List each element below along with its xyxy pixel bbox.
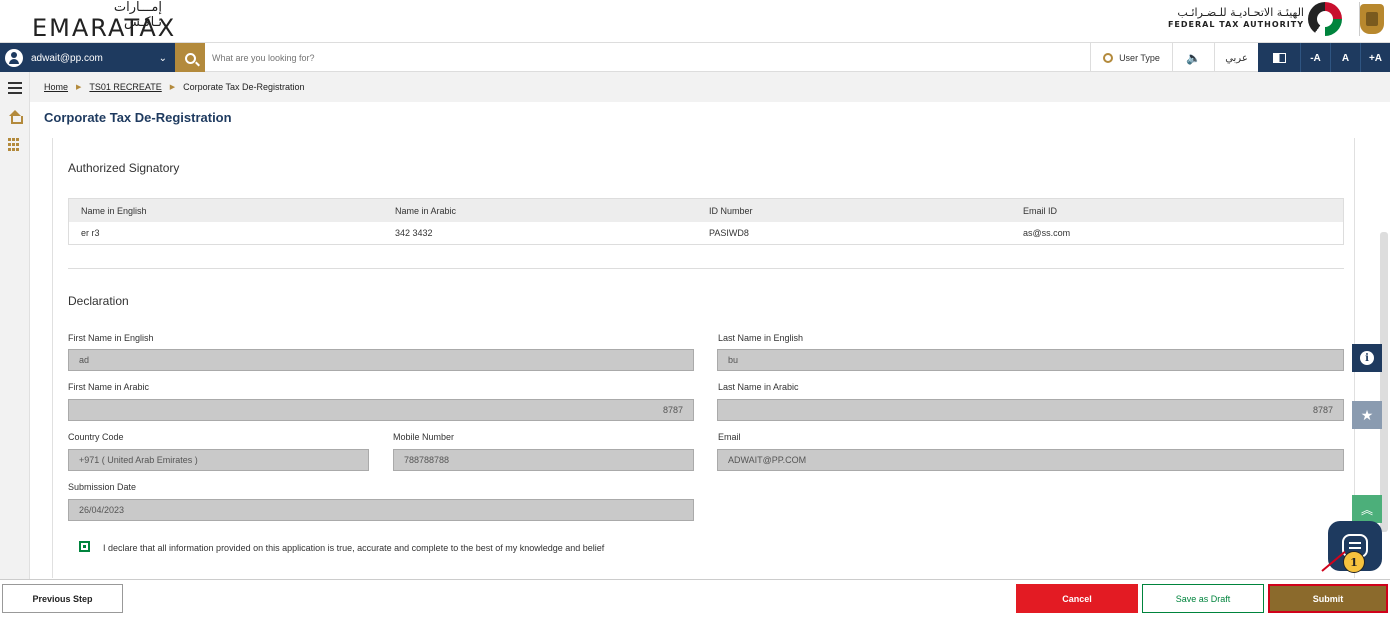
field-value: ad: [79, 355, 90, 365]
star-icon: ★: [1360, 406, 1374, 423]
speaker-icon: 🔈: [1186, 51, 1201, 65]
speaker-button[interactable]: 🔈: [1172, 43, 1214, 73]
field-value: +971 ( United Arab Emirates ): [79, 455, 198, 465]
fta-english-name: FEDERAL TAX AUTHORITY: [1167, 20, 1304, 29]
first-name-arabic-label: First Name in Arabic: [68, 382, 150, 392]
footer-action-bar: Previous Step Cancel Save as Draft Submi…: [0, 579, 1390, 617]
last-name-arabic-label: Last Name in Arabic: [718, 382, 799, 392]
breadcrumb-home-link[interactable]: Home: [44, 82, 68, 92]
declaration-checkbox-label: I declare that all information provided …: [103, 543, 605, 553]
uae-emblem-icon: [1360, 4, 1384, 34]
info-button[interactable]: i: [1352, 344, 1382, 372]
authorized-signatory-table: Name in English Name in Arabic ID Number…: [68, 198, 1344, 245]
field-value: 26/04/2023: [79, 505, 125, 515]
table-header: Name in English Name in Arabic ID Number…: [69, 199, 1343, 222]
breadcrumb-current: Corporate Tax De-Registration: [183, 82, 305, 92]
email-label: Email: [718, 432, 741, 442]
logo-english-text: EMARATAX: [32, 14, 177, 42]
emaratax-logo[interactable]: إمـــارات تـاكـس EMARATAX: [32, 0, 174, 42]
breadcrumb-separator-icon: ▶: [76, 84, 82, 91]
country-code-field[interactable]: +971 ( United Arab Emirates ): [68, 449, 369, 471]
cancel-button[interactable]: Cancel: [1016, 584, 1138, 613]
breadcrumb: Home ▶ TS01 RECREATE ▶ Corporate Tax De-…: [30, 72, 1390, 102]
table-cell: 342 3432: [395, 228, 433, 238]
breadcrumb-parent-link[interactable]: TS01 RECREATE: [89, 82, 161, 92]
top-header: إمـــارات تـاكـس EMARATAX الهيئـة الاتحـ…: [0, 0, 1390, 42]
search-input[interactable]: [212, 49, 612, 67]
breadcrumb-separator-icon: ▶: [169, 84, 176, 91]
menu-icon[interactable]: [8, 82, 22, 96]
previous-step-button[interactable]: Previous Step: [2, 584, 123, 613]
column-header: Name in English: [81, 205, 147, 216]
last-name-english-label: Last Name in English: [718, 333, 804, 343]
last-name-english-field[interactable]: bu: [717, 349, 1344, 371]
first-name-english-label: First Name in English: [68, 333, 154, 343]
table-cell: PASIWD8: [709, 228, 749, 238]
user-email: adwait@pp.com: [31, 52, 103, 64]
user-type-button[interactable]: User Type: [1090, 43, 1172, 73]
submission-date-field[interactable]: 26/04/2023: [68, 499, 694, 521]
language-label: عربي: [1225, 52, 1248, 64]
submission-date-label: Submission Date: [68, 482, 137, 492]
field-value: bu: [728, 355, 739, 365]
declaration-heading: Declaration: [68, 294, 129, 308]
search-icon: [184, 52, 196, 64]
section-divider: [68, 268, 1344, 269]
column-header: ID Number: [709, 205, 753, 216]
favorite-button[interactable]: ★: [1352, 401, 1382, 429]
mobile-number-label: Mobile Number: [393, 432, 455, 442]
page-scrollbar[interactable]: [1380, 232, 1388, 532]
left-sidebar: [0, 72, 30, 617]
table-cell: as@ss.com: [1023, 228, 1071, 238]
submit-button[interactable]: Submit: [1268, 584, 1388, 613]
search-button[interactable]: [175, 43, 205, 73]
scroll-top-button[interactable]: ︽: [1352, 495, 1382, 523]
apps-grid-icon[interactable]: [8, 138, 22, 152]
gear-icon: [1103, 53, 1114, 63]
save-draft-button[interactable]: Save as Draft: [1142, 584, 1264, 613]
field-value: 8787: [662, 405, 683, 415]
contrast-icon: [1272, 53, 1286, 63]
user-type-label: User Type: [1119, 53, 1160, 63]
field-value: 8787: [1312, 405, 1333, 415]
language-toggle[interactable]: عربي: [1214, 43, 1258, 73]
chevron-down-icon: ⌄: [158, 52, 167, 64]
table-cell: er r3: [81, 228, 100, 238]
fta-logo-icon: [1308, 2, 1342, 36]
email-field[interactable]: ADWAIT@PP.COM: [717, 449, 1344, 471]
declaration-checkbox[interactable]: [79, 541, 90, 552]
info-icon: i: [1360, 351, 1374, 365]
user-avatar-icon: [5, 49, 23, 67]
country-code-label: Country Code: [68, 432, 124, 442]
user-account-dropdown[interactable]: adwait@pp.com ⌄: [0, 43, 175, 73]
authorized-signatory-heading: Authorized Signatory: [68, 161, 180, 175]
font-normal-button[interactable]: A: [1330, 43, 1360, 73]
table-row: er r3 342 3432 PASIWD8 as@ss.com: [69, 222, 1343, 244]
column-header: Email ID: [1023, 205, 1058, 216]
double-chevron-up-icon: ︽: [1360, 502, 1373, 517]
first-name-english-field[interactable]: ad: [68, 349, 694, 371]
font-decrease-button[interactable]: -A: [1300, 43, 1330, 73]
mobile-number-field[interactable]: 788788788: [393, 449, 694, 471]
column-header: Name in Arabic: [395, 205, 457, 216]
first-name-arabic-field[interactable]: 8787: [68, 399, 694, 421]
page-title: Corporate Tax De-Registration: [44, 110, 232, 125]
field-value: 788788788: [404, 455, 450, 465]
field-value: ADWAIT@PP.COM: [728, 455, 807, 465]
font-increase-button[interactable]: +A: [1360, 43, 1390, 73]
annotation-step-badge: 1: [1343, 551, 1365, 573]
navigation-bar: adwait@pp.com ⌄ User Type 🔈 عربي -A A +A: [0, 42, 1390, 73]
home-icon[interactable]: [8, 110, 23, 124]
last-name-arabic-field[interactable]: 8787: [717, 399, 1344, 421]
contrast-button[interactable]: [1258, 43, 1300, 73]
fta-arabic-name: الهيئـة الاتحـاديـة للـضـرائـب: [1177, 6, 1304, 19]
